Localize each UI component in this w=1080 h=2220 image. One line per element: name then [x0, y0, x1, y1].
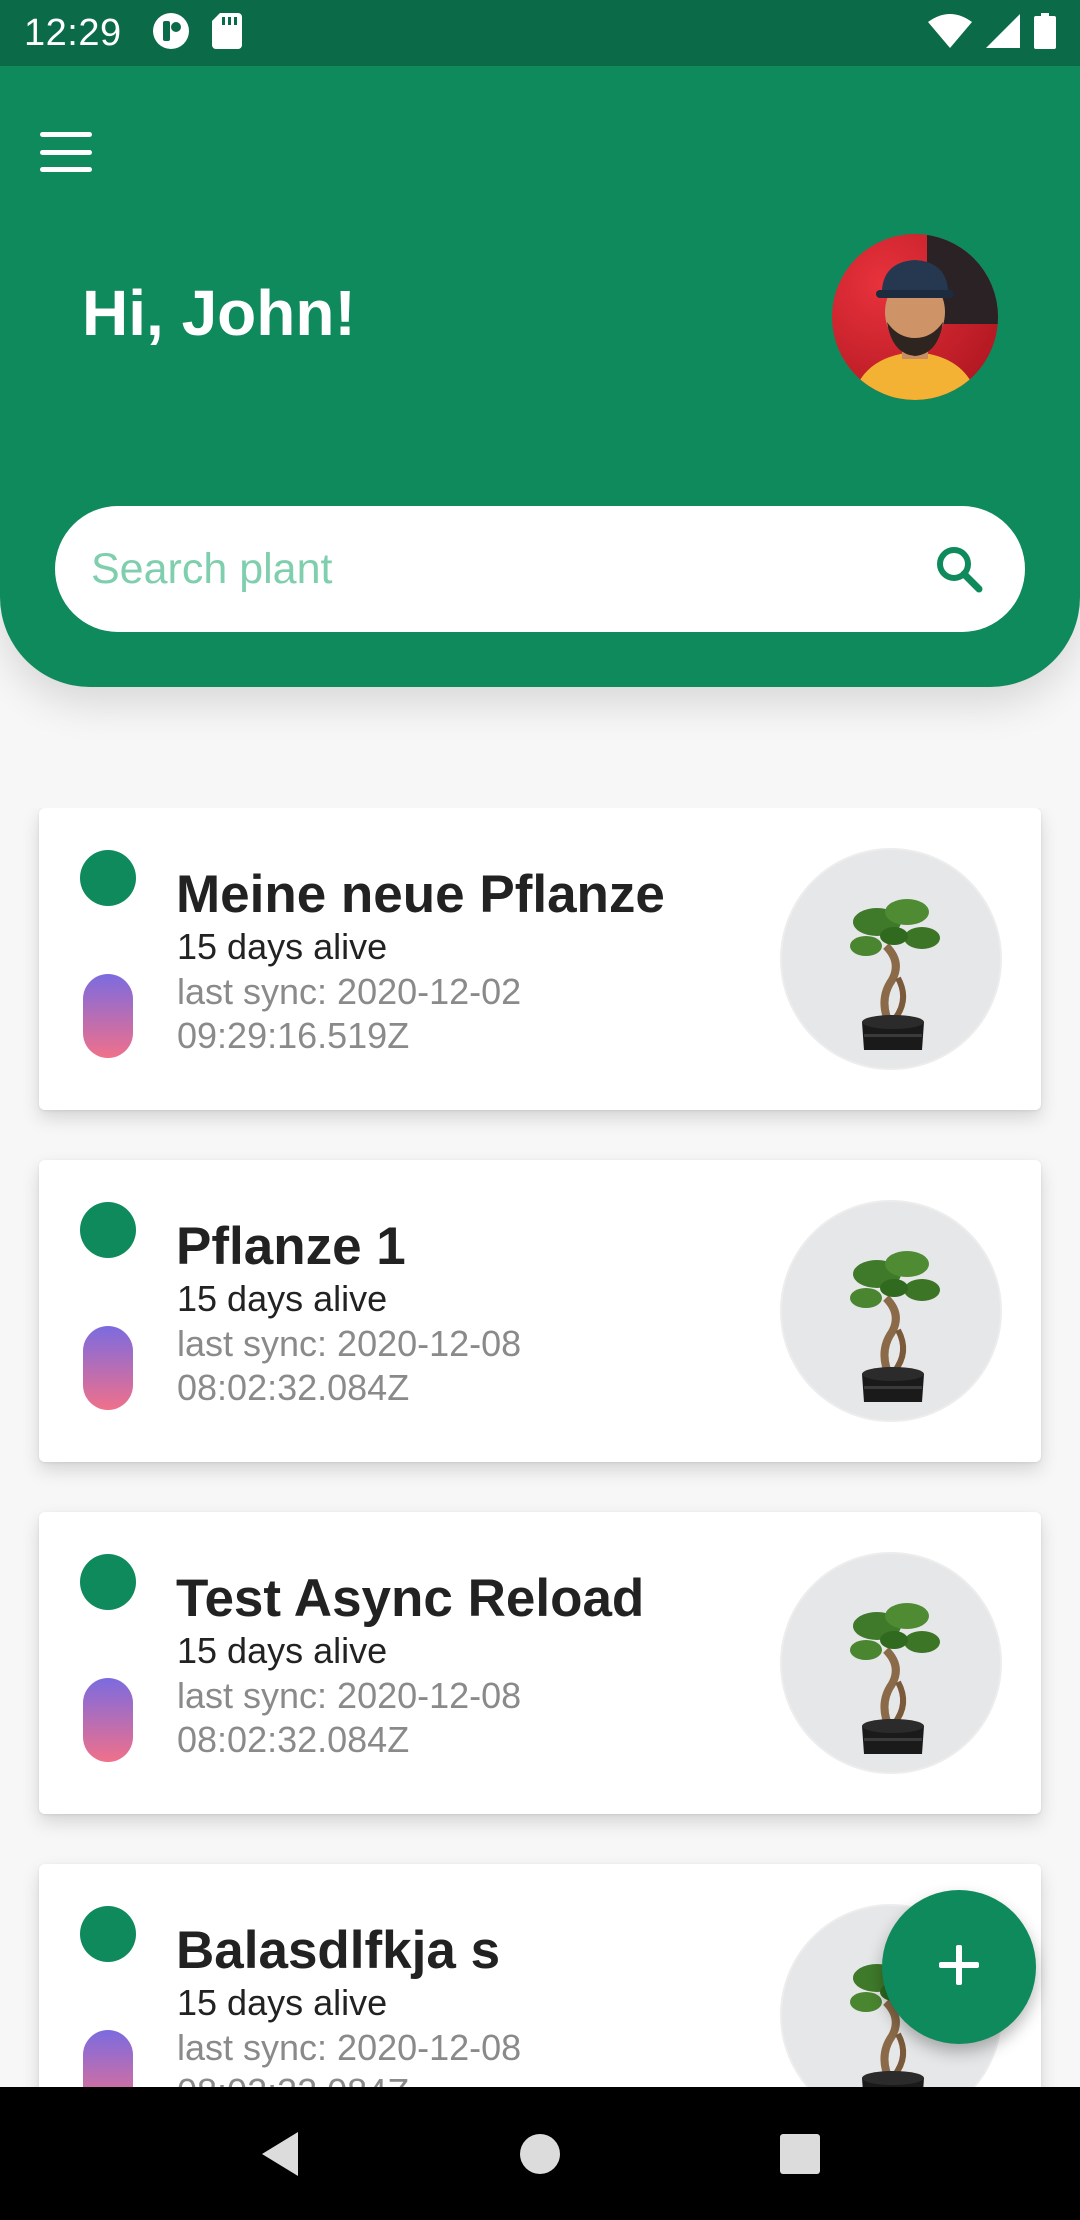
last-sync-date: last sync: 2020-12-08: [177, 1323, 522, 1364]
plant-image: [780, 1200, 1002, 1422]
plus-icon: [937, 1943, 981, 1992]
search-input[interactable]: [91, 544, 929, 594]
plant-image: [780, 848, 1002, 1070]
last-sync-time: 08:02:32.084Z: [177, 2070, 597, 2088]
status-left-icons: [152, 12, 242, 55]
search-bar: [55, 506, 1025, 632]
recents-icon[interactable]: [770, 2124, 830, 2184]
status-time: 12:29: [24, 11, 122, 54]
app-screen: 12:29 Hi, John! Search plant Meine neue …: [0, 0, 1080, 2220]
status-dot: [80, 850, 136, 906]
last-sync: last sync: 2020-12-02 09:29:16.519Z: [177, 970, 597, 1058]
signal-icon: [986, 13, 1020, 53]
plant-name: Balasdlfkja s: [176, 1921, 501, 1980]
battery-icon: [1034, 12, 1056, 54]
last-sync-time: 09:29:16.519Z: [177, 1015, 410, 1056]
plant-image: [780, 1552, 1002, 1774]
app-notification-icon: [152, 12, 190, 55]
last-sync-time: 08:02:32.084Z: [177, 1367, 410, 1408]
greeting-title: Hi, John!: [82, 277, 356, 349]
back-icon[interactable]: [250, 2124, 310, 2184]
status-dot: [80, 1202, 136, 1258]
last-sync-date: last sync: 2020-12-02: [177, 971, 522, 1012]
hamburger-menu-icon[interactable]: [40, 132, 92, 172]
wifi-icon: [928, 13, 972, 53]
moisture-indicator: [83, 2030, 133, 2088]
status-bar: 12:29: [0, 0, 1080, 66]
last-sync: last sync: 2020-12-08 08:02:32.084Z: [177, 1322, 597, 1410]
sd-card-icon: [211, 12, 242, 54]
header: Hi, John!: [0, 66, 1080, 687]
plant-list: Meine neue Pflanze 15 days alive last sy…: [0, 808, 1080, 2088]
moisture-indicator: [83, 1678, 133, 1762]
last-sync-date: last sync: 2020-12-08: [177, 1675, 522, 1716]
last-sync-date: last sync: 2020-12-08: [177, 2027, 522, 2068]
add-plant-button[interactable]: [882, 1890, 1036, 2044]
days-alive: 15 days alive: [177, 1982, 388, 2023]
last-sync: last sync: 2020-12-08 08:02:32.084Z: [177, 2026, 597, 2088]
plant-card[interactable]: Pflanze 1 15 days alive last sync: 2020-…: [39, 1160, 1041, 1462]
status-right-icons: [928, 12, 1056, 54]
days-alive: 15 days alive: [177, 1278, 388, 1319]
avatar[interactable]: [832, 234, 998, 400]
plant-card[interactable]: Test Async Reload 15 days alive last syn…: [39, 1512, 1041, 1814]
plant-name: Test Async Reload: [176, 1569, 645, 1628]
status-dot: [80, 1554, 136, 1610]
search-icon[interactable]: [929, 539, 989, 599]
days-alive: 15 days alive: [177, 1630, 388, 1671]
last-sync: last sync: 2020-12-08 08:02:32.084Z: [177, 1674, 597, 1762]
plant-card[interactable]: Meine neue Pflanze 15 days alive last sy…: [39, 808, 1041, 1110]
moisture-indicator: [83, 974, 133, 1058]
home-icon[interactable]: [510, 2124, 570, 2184]
plant-name: Pflanze 1: [176, 1217, 406, 1276]
plant-name: Meine neue Pflanze: [176, 865, 665, 924]
navigation-bar: [0, 2087, 1080, 2220]
status-dot: [80, 1906, 136, 1962]
moisture-indicator: [83, 1326, 133, 1410]
last-sync-time: 08:02:32.084Z: [177, 1719, 410, 1760]
days-alive: 15 days alive: [177, 926, 388, 967]
